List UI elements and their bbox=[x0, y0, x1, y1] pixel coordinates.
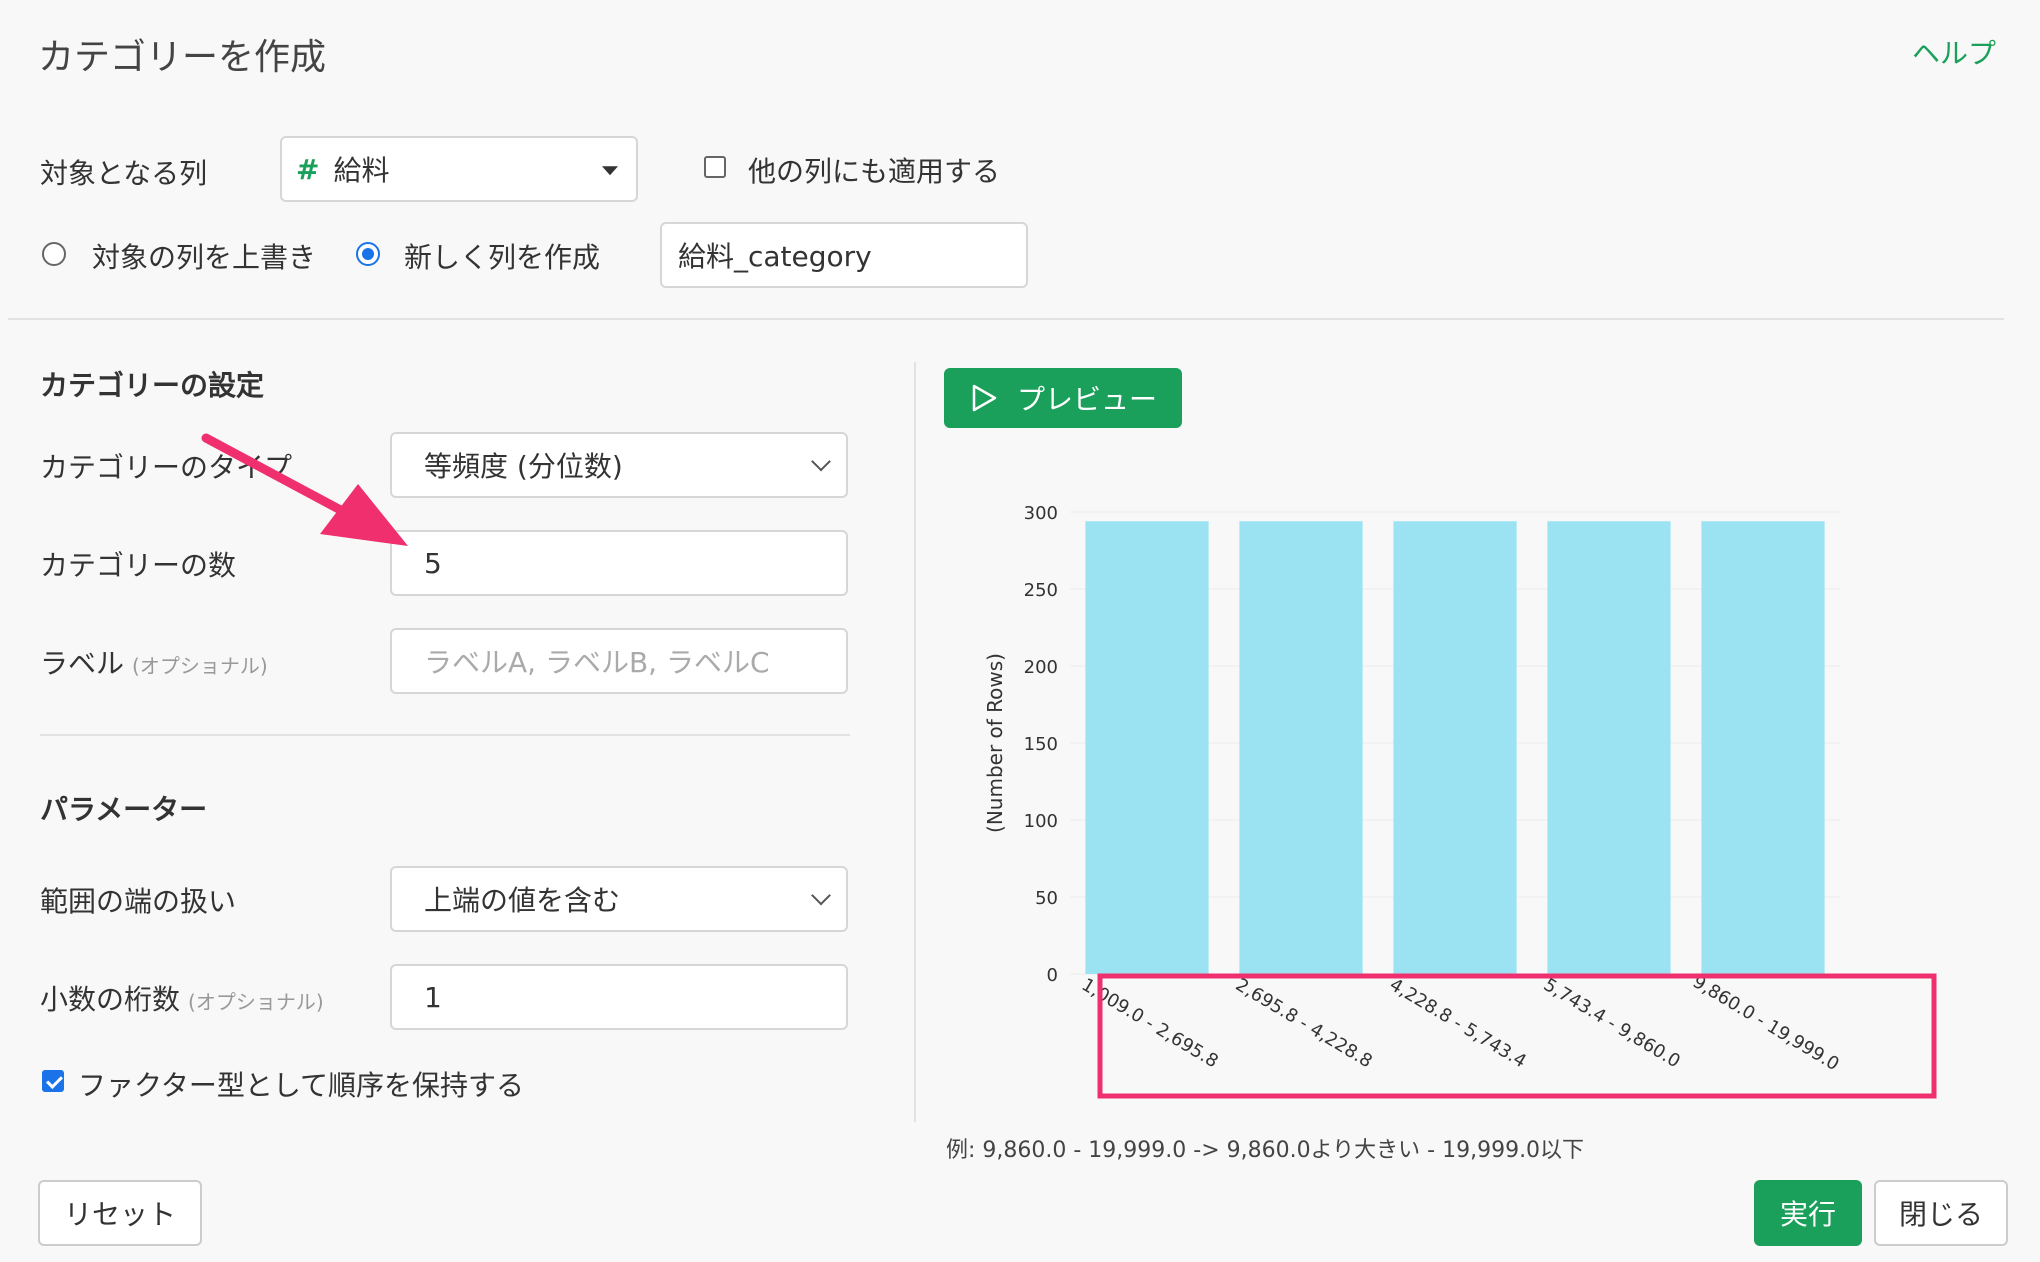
overwrite-radio[interactable] bbox=[42, 242, 66, 266]
numeric-column-icon: # bbox=[296, 152, 320, 186]
label-field-label: ラベル (オプショナル) bbox=[40, 642, 268, 682]
example-note: 例: 9,860.0 - 19,999.0 -> 9,860.0より大きい - … bbox=[946, 1138, 1585, 1163]
new-column-name-value: 給料_category bbox=[678, 240, 872, 273]
y-tick-label: 50 bbox=[1035, 888, 1058, 909]
help-link[interactable]: ヘルプ bbox=[1912, 32, 1996, 72]
target-column-label: 対象となる列 bbox=[40, 157, 208, 190]
dropdown-caret-icon bbox=[602, 166, 618, 176]
target-column-value: 給料 bbox=[333, 154, 390, 187]
category-chart: 0501001502002503001,009.0 - 2,695.8 2,695… bbox=[983, 503, 1937, 1099]
y-tick-label: 250 bbox=[1024, 580, 1058, 601]
x-tick-label: 5,743.4 - 9,860.0 bbox=[1540, 974, 1684, 1072]
y-axis-label: (Number of Rows) bbox=[983, 653, 1007, 833]
run-button[interactable]: 実行 bbox=[1754, 1180, 1862, 1246]
category-type-value: 等頻度 (分位数) bbox=[424, 450, 623, 483]
play-icon bbox=[972, 384, 997, 412]
decimal-places-value: 1 bbox=[424, 980, 442, 1014]
edge-handling-label: 範囲の端の扱い bbox=[40, 885, 237, 918]
label-field-text: ラベル bbox=[40, 647, 125, 680]
factor-checkbox[interactable] bbox=[42, 1070, 64, 1092]
target-column-select[interactable]: # 給料 bbox=[280, 136, 638, 202]
preview-button[interactable]: プレビュー bbox=[944, 368, 1182, 428]
decimal-places-text: 小数の桁数 bbox=[40, 983, 181, 1016]
label-input[interactable]: ラベルA, ラベルB, ラベルC bbox=[390, 628, 848, 694]
y-tick-label: 200 bbox=[1024, 657, 1058, 678]
y-tick-label: 300 bbox=[1024, 503, 1058, 524]
decimal-places-label: 小数の桁数 (オプショナル) bbox=[40, 978, 324, 1018]
new-column-name-input[interactable]: 給料_category bbox=[660, 222, 1028, 288]
factor-label: ファクター型として順序を保持する bbox=[78, 1069, 525, 1102]
new-column-radio[interactable] bbox=[356, 242, 380, 266]
bar bbox=[1547, 521, 1671, 974]
x-tick-label: 2,695.8 - 4,228.8 bbox=[1232, 974, 1376, 1072]
x-tick-label: 9,860.0 - 19,999.0 bbox=[1689, 971, 1843, 1075]
bar bbox=[1701, 521, 1825, 974]
category-count-value: 5 bbox=[424, 546, 442, 580]
section-divider bbox=[40, 734, 850, 736]
x-tick-label: 4,228.8 - 5,743.4 bbox=[1386, 974, 1530, 1072]
overwrite-label: 対象の列を上書き bbox=[92, 241, 317, 274]
decimal-places-input[interactable]: 1 bbox=[390, 964, 848, 1030]
y-tick-label: 100 bbox=[1024, 811, 1058, 832]
category-type-select[interactable]: 等頻度 (分位数) bbox=[390, 432, 848, 498]
optional-hint: (オプショナル) bbox=[188, 990, 324, 1014]
y-tick-label: 0 bbox=[1047, 965, 1058, 986]
chevron-down-icon bbox=[811, 451, 831, 472]
apply-other-label: 他の列にも適用する bbox=[748, 155, 1001, 188]
edge-handling-select[interactable]: 上端の値を含む bbox=[390, 866, 848, 932]
panel-divider bbox=[914, 362, 916, 1122]
new-column-label: 新しく列を作成 bbox=[404, 241, 601, 274]
preview-button-label: プレビュー bbox=[1016, 383, 1157, 416]
parameters-heading: パラメーター bbox=[40, 793, 208, 826]
category-count-input[interactable]: 5 bbox=[390, 530, 848, 596]
dialog-title: カテゴリーを作成 bbox=[38, 37, 327, 78]
edge-handling-value: 上端の値を含む bbox=[424, 884, 621, 917]
divider bbox=[8, 318, 2004, 320]
y-tick-label: 150 bbox=[1024, 734, 1058, 755]
apply-other-checkbox[interactable] bbox=[704, 156, 726, 178]
close-button[interactable]: 閉じる bbox=[1874, 1180, 2008, 1246]
label-input-placeholder: ラベルA, ラベルB, ラベルC bbox=[424, 646, 770, 679]
reset-button[interactable]: リセット bbox=[38, 1180, 202, 1246]
chevron-down-icon bbox=[811, 885, 831, 906]
optional-hint: (オプショナル) bbox=[132, 654, 268, 678]
bar bbox=[1085, 521, 1209, 974]
annotation-arrow bbox=[201, 433, 408, 546]
bar bbox=[1393, 521, 1517, 974]
category-settings-heading: カテゴリーの設定 bbox=[40, 369, 265, 402]
bar bbox=[1239, 521, 1363, 974]
